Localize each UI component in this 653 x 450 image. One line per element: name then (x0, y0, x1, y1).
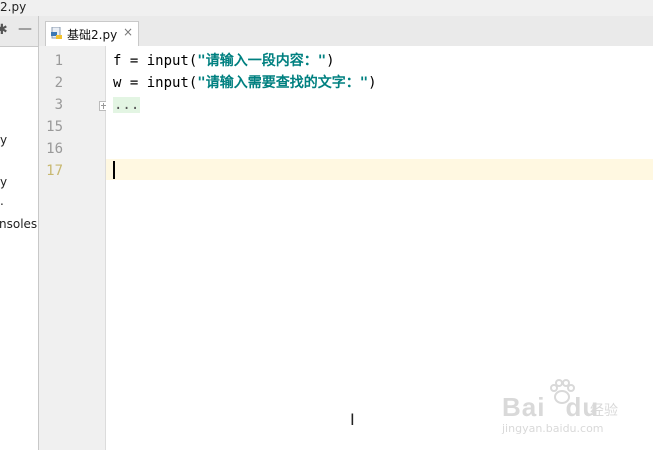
line-number: 3 (54, 97, 63, 113)
sidebar-item[interactable]: . (0, 194, 4, 208)
editor-tab-bar: 基础2.py × (39, 16, 653, 47)
sidebar-header: ✱ — (0, 16, 38, 47)
baidu-watermark: Bai du 经验 jingyan.baidu.com (502, 378, 642, 438)
text-caret (113, 161, 115, 179)
code-line-2[interactable]: w = input("请输入需要查找的文字：") (113, 73, 377, 93)
sidebar-item[interactable]: y (0, 175, 7, 189)
close-icon[interactable]: × (123, 25, 133, 39)
watermark-url: jingyan.baidu.com (502, 422, 604, 435)
string-literal: "请输入一段内容：" (197, 53, 327, 69)
folded-region[interactable]: ... (113, 97, 141, 113)
code-text: ) (368, 75, 377, 91)
window-title-bar: 2.py (0, 0, 653, 16)
code-text: w = input( (113, 75, 198, 91)
tab-label: 基础2.py (67, 28, 118, 42)
gear-icon[interactable]: ✱ (0, 22, 8, 38)
window-title: 2.py (0, 0, 27, 14)
code-line-3[interactable]: ... (113, 95, 141, 115)
sidebar-item-consoles[interactable]: nsoles (0, 217, 37, 231)
code-text: f = input( (113, 53, 198, 69)
sidebar-item[interactable]: y (0, 133, 7, 147)
line-number-gutter: 1 2 3 15 16 17 (39, 46, 109, 450)
tab-file[interactable]: 基础2.py × (45, 21, 139, 47)
watermark-logo: Bai du (502, 392, 600, 422)
string-literal: "请输入需要查找的文字：" (197, 75, 369, 91)
line-number: 1 (54, 53, 63, 69)
ibeam-cursor-icon: I (350, 410, 355, 429)
code-line-1[interactable]: f = input("请输入一段内容：") (113, 51, 335, 71)
hide-panel-icon[interactable]: — (18, 21, 32, 37)
line-number-current: 17 (46, 163, 63, 179)
current-line-highlight (106, 159, 653, 180)
project-sidebar: ✱ — y y . nsoles (0, 16, 39, 450)
watermark-jingyan: 经验 (590, 403, 618, 419)
code-text: ) (326, 53, 335, 69)
line-number: 2 (54, 75, 63, 91)
line-number: 15 (46, 119, 63, 135)
python-file-icon (51, 27, 62, 39)
line-number: 16 (46, 141, 63, 157)
